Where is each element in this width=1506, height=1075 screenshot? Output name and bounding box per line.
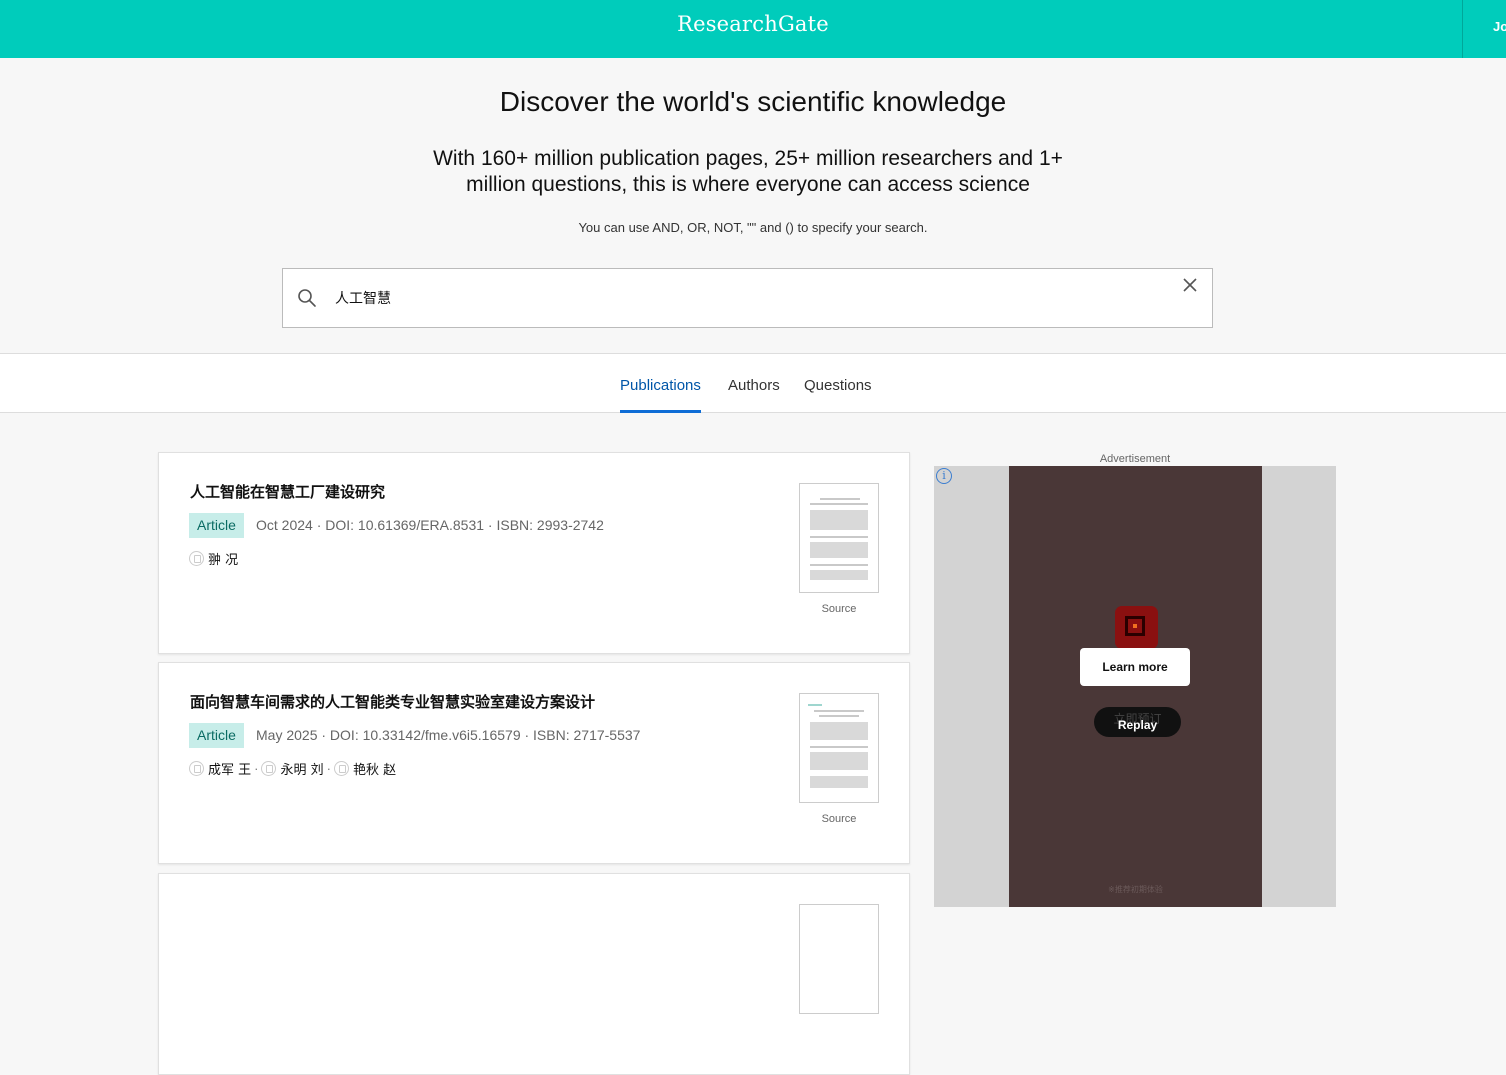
tab-authors[interactable]: Authors	[728, 354, 780, 412]
author-separator: ·	[254, 761, 259, 776]
author-list: 成军 王 · 永明 刘 · 艳秋 赵	[189, 759, 396, 779]
publication-title[interactable]: 面向智慧车间需求的人工智能类专业智慧实验室建设方案设计	[190, 691, 595, 712]
close-icon[interactable]	[1182, 277, 1198, 293]
tab-questions[interactable]: Questions	[804, 354, 872, 412]
author-name[interactable]: 艳秋 赵	[353, 759, 396, 778]
author-avatar-icon	[333, 761, 349, 776]
author-item[interactable]: 成军 王	[189, 759, 251, 778]
search-icon	[298, 289, 316, 307]
hero-subtitle: With 160+ million publication pages, 25+…	[403, 146, 1093, 198]
publication-title[interactable]: 人工智能在智慧工厂建设研究	[190, 481, 385, 502]
join-link[interactable]: Jo	[1493, 19, 1506, 34]
search-box[interactable]	[282, 268, 1213, 328]
author-item[interactable]: 翀 况	[189, 549, 238, 568]
top-bar: ResearchGate Jo	[0, 0, 1506, 58]
hero-subtitle-line2: million questions, this is where everyon…	[466, 173, 1030, 196]
author-name[interactable]: 翀 况	[208, 549, 238, 568]
search-hint: You can use AND, OR, NOT, "" and () to s…	[578, 220, 928, 235]
publication-card: 面向智慧车间需求的人工智能类专业智慧实验室建设方案设计 Article May …	[158, 662, 910, 864]
article-type-badge: Article	[189, 723, 244, 748]
publication-thumbnail[interactable]	[799, 483, 879, 593]
author-avatar-icon	[189, 551, 204, 566]
page-title: Discover the world's scientific knowledg…	[499, 86, 1007, 117]
article-type-badge: Article	[189, 513, 244, 538]
info-icon[interactable]: i	[936, 468, 952, 484]
results-tabs: Publications Authors Questions	[0, 353, 1506, 413]
tab-publications[interactable]: Publications	[620, 354, 701, 413]
author-name[interactable]: 永明 刘	[280, 759, 323, 778]
header-divider	[1462, 0, 1463, 58]
ad-cta-pill[interactable]: 立即预订 Replay	[1094, 707, 1181, 737]
author-separator: ·	[326, 761, 331, 776]
search-input[interactable]	[335, 269, 1135, 327]
publication-meta: Oct 2024 · DOI: 10.61369/ERA.8531 · ISBN…	[256, 517, 604, 533]
source-label: Source	[821, 813, 857, 825]
ad-footer-text: ※推荐初期体验	[1108, 885, 1163, 894]
advertisement-frame: i H m Learn more 立即预订 Replay ※推荐初期体验	[934, 466, 1336, 907]
researchgate-logo[interactable]: ResearchGate	[0, 12, 1506, 36]
hero-subtitle-line1: With 160+ million publication pages, 25+…	[433, 147, 1063, 170]
publication-card	[158, 873, 910, 1075]
ad-brand-logo	[1115, 606, 1158, 649]
author-item[interactable]: 永明 刘	[261, 759, 324, 778]
source-label: Source	[821, 603, 857, 615]
learn-more-button[interactable]: Learn more	[1080, 648, 1190, 686]
ad-video[interactable]: H m Learn more 立即预订 Replay ※推荐初期体验	[1009, 466, 1262, 907]
publication-meta: May 2025 · DOI: 10.33142/fme.v6i5.16579 …	[256, 727, 641, 743]
author-item[interactable]: 艳秋 赵	[333, 759, 396, 778]
author-avatar-icon	[189, 761, 204, 776]
publication-thumbnail[interactable]	[799, 904, 879, 1014]
author-avatar-icon	[261, 761, 277, 776]
author-list: 翀 况	[189, 549, 238, 569]
advertisement-label: Advertisement	[1099, 453, 1171, 465]
author-name[interactable]: 成军 王	[208, 759, 251, 778]
replay-button[interactable]: Replay	[1094, 718, 1181, 732]
publication-thumbnail[interactable]	[799, 693, 879, 803]
publication-card: 人工智能在智慧工厂建设研究 Article Oct 2024 · DOI: 10…	[158, 452, 910, 654]
